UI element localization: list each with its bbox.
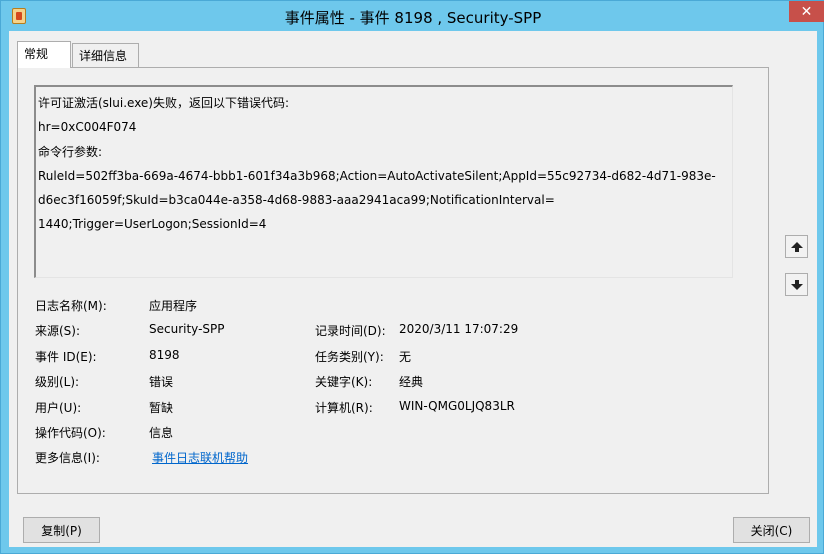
window-title: 事件属性 - 事件 8198 , Security-SPP xyxy=(284,9,542,27)
logged-label: 记录时间(D): xyxy=(315,324,386,338)
close-button[interactable]: 关闭(C) xyxy=(733,517,810,543)
level-value: 错误 xyxy=(149,375,174,389)
computer-label: 计算机(R): xyxy=(315,401,373,415)
description-line: 1440;Trigger=UserLogon;SessionId=4 xyxy=(38,217,267,232)
previous-event-button[interactable] xyxy=(785,235,808,258)
user-value: 暂缺 xyxy=(149,401,174,415)
user-label: 用户(U): xyxy=(35,401,82,415)
task-category-value: 无 xyxy=(399,350,412,364)
next-event-button[interactable] xyxy=(785,273,808,296)
event-properties-window: 事件属性 - 事件 8198 , Security-SPP ✕ 常规 详细信息 … xyxy=(0,0,824,554)
title-bar[interactable]: 事件属性 - 事件 8198 , Security-SPP ✕ xyxy=(1,1,824,31)
event-description-box[interactable]: 许可证激活(slui.exe)失败，返回以下错误代码: hr=0xC004F074… xyxy=(34,85,733,278)
general-tab-panel: 许可证激活(slui.exe)失败，返回以下错误代码: hr=0xC004F074… xyxy=(17,67,769,494)
arrow-up-icon xyxy=(790,241,803,252)
description-line: RuleId=502ff3ba-669a-4674-bbb1-601f34a3b… xyxy=(38,168,716,183)
log-name-value: 应用程序 xyxy=(149,299,198,313)
log-name-label: 日志名称(M): xyxy=(35,299,107,313)
copy-button[interactable]: 复制(P) xyxy=(23,517,100,543)
description-line: hr=0xC004F074 xyxy=(38,120,137,135)
description-line: 命令行参数: xyxy=(38,144,103,159)
opcode-value: 信息 xyxy=(149,426,174,440)
source-value: Security-SPP xyxy=(149,322,225,336)
level-label: 级别(L): xyxy=(35,375,80,389)
description-line: d6ec3f16059f;SkuId=b3ca044e-a358-4d68-98… xyxy=(38,193,555,208)
logged-value: 2020/3/11 17:07:29 xyxy=(399,322,519,336)
more-info-label: 更多信息(I): xyxy=(35,451,100,465)
task-category-label: 任务类别(Y): xyxy=(315,350,384,364)
tab-general[interactable]: 常规 xyxy=(17,41,71,68)
computer-value: WIN-QMG0LJQ83LR xyxy=(399,399,515,413)
online-help-link[interactable]: 事件日志联机帮助 xyxy=(152,449,248,466)
event-id-label: 事件 ID(E): xyxy=(35,350,97,364)
tab-details[interactable]: 详细信息 xyxy=(72,43,139,67)
dialog-body: 常规 详细信息 许可证激活(slui.exe)失败，返回以下错误代码: hr=0x… xyxy=(9,31,817,547)
description-line: 许可证激活(slui.exe)失败，返回以下错误代码: xyxy=(38,96,290,110)
source-label: 来源(S): xyxy=(35,324,81,338)
keywords-label: 关键字(K): xyxy=(315,375,373,389)
opcode-label: 操作代码(O): xyxy=(35,426,106,440)
window-close-button[interactable]: ✕ xyxy=(789,1,824,22)
event-id-value: 8198 xyxy=(149,348,180,362)
arrow-down-icon xyxy=(790,279,803,290)
keywords-value: 经典 xyxy=(399,375,424,389)
